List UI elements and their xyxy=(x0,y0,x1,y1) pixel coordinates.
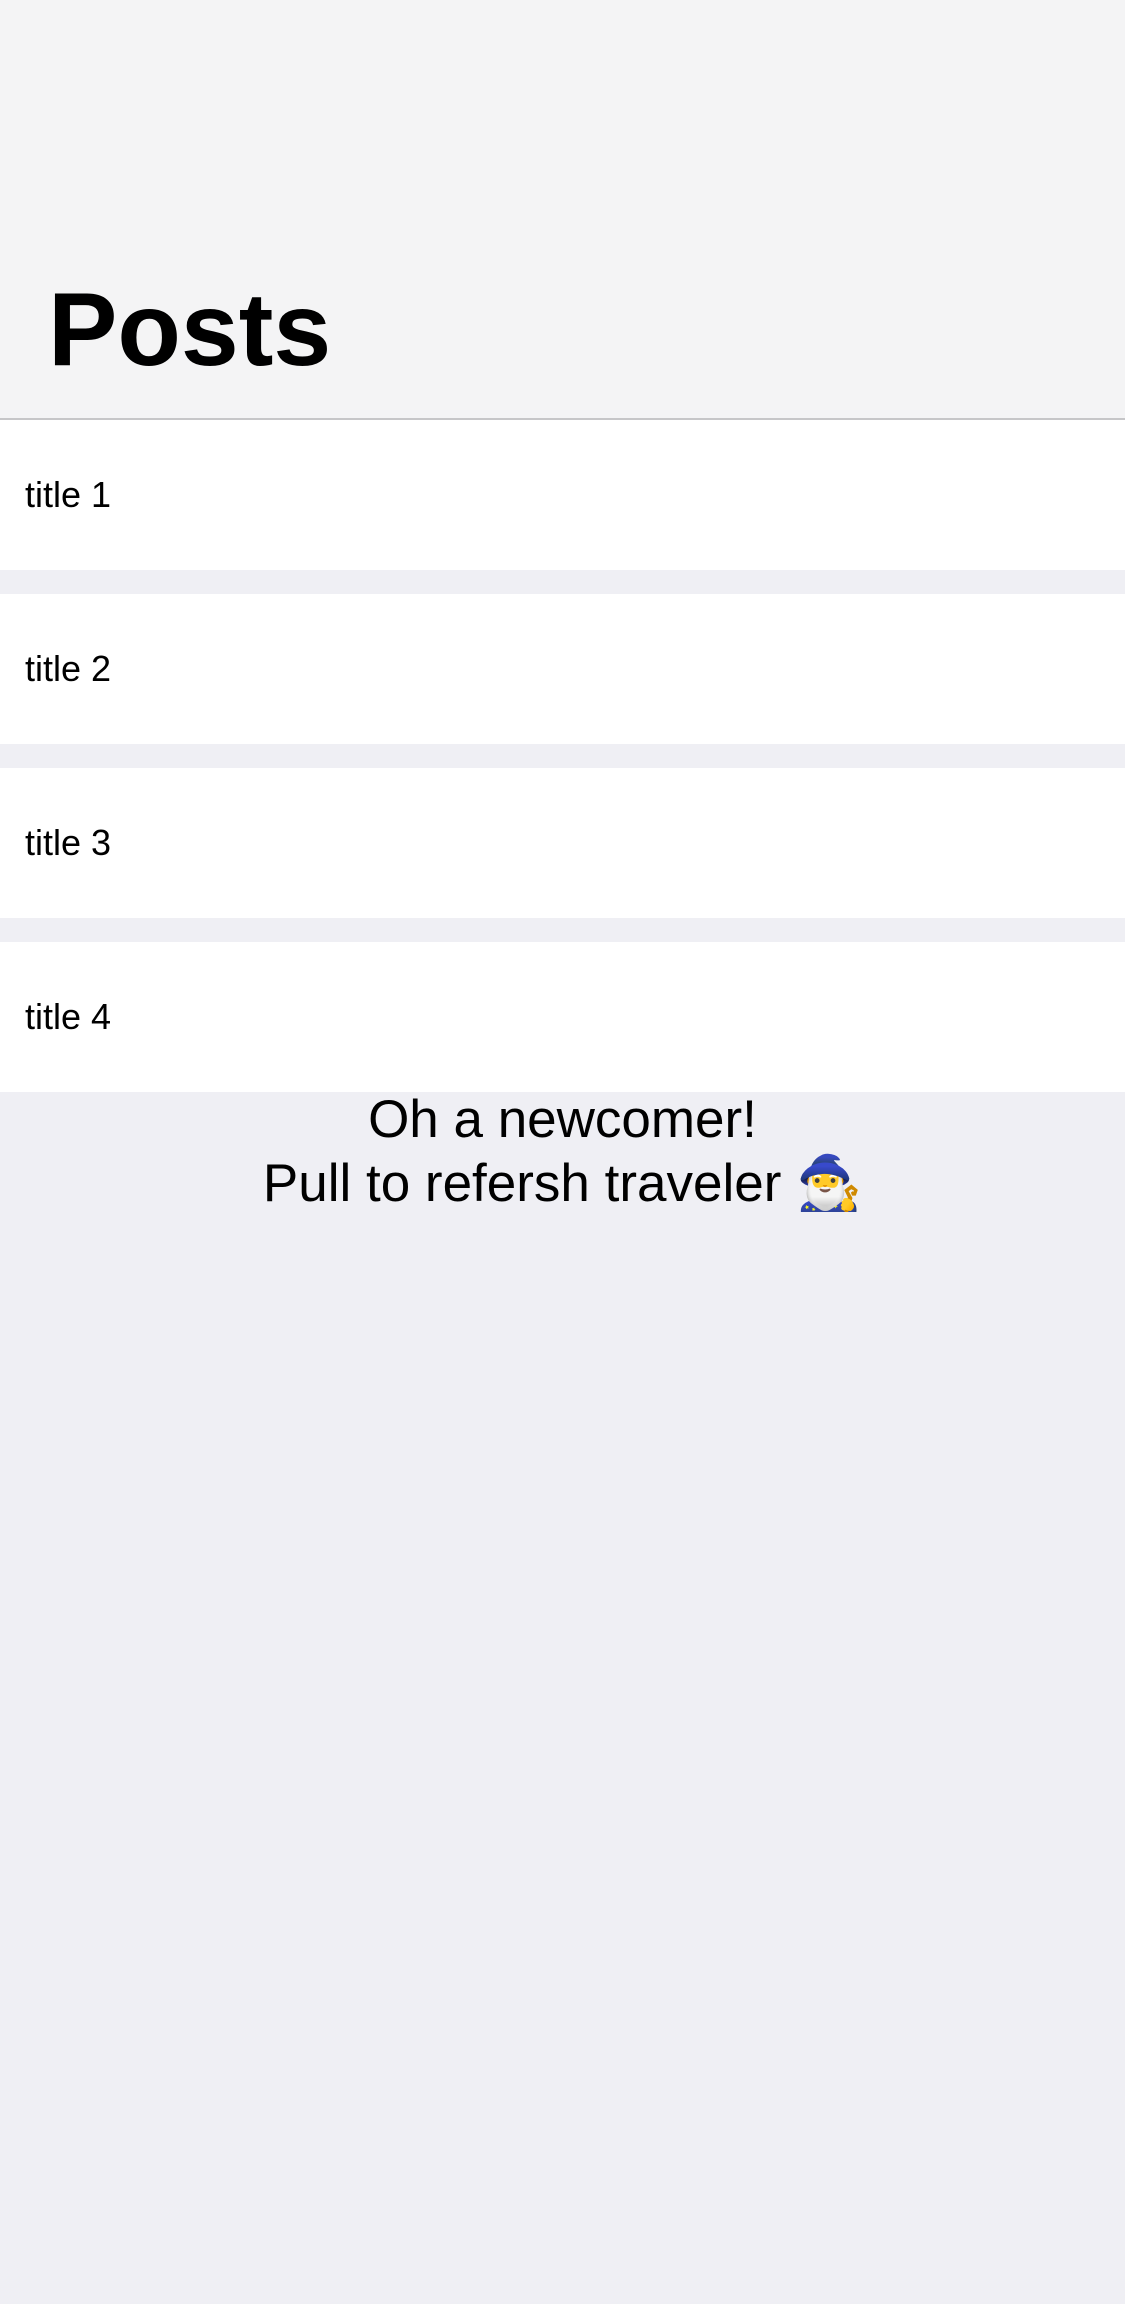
post-title: title 4 xyxy=(25,996,112,1037)
wizard-icon: 🧙‍♂️ xyxy=(796,1153,863,1214)
post-title: title 2 xyxy=(25,648,112,689)
message-line-2-text: Pull to refersh traveler xyxy=(262,1154,782,1213)
post-title: title 1 xyxy=(25,474,112,515)
list-item[interactable]: title 1 xyxy=(0,420,1125,570)
post-list[interactable]: title 1 title 2 title 3 title 4 xyxy=(0,420,1125,1092)
page-title: Posts xyxy=(48,272,332,388)
list-item[interactable]: title 4 xyxy=(0,942,1125,1092)
post-title: title 3 xyxy=(25,822,112,863)
list-item[interactable]: title 2 xyxy=(0,594,1125,744)
pull-to-refresh-message: Oh a newcomer! Pull to refersh traveler … xyxy=(0,1088,1125,1216)
navigation-header: Posts xyxy=(0,0,1125,420)
message-line-2: Pull to refersh traveler 🧙‍♂️ xyxy=(0,1152,1125,1216)
message-line-1: Oh a newcomer! xyxy=(368,1090,757,1149)
list-item[interactable]: title 3 xyxy=(0,768,1125,918)
